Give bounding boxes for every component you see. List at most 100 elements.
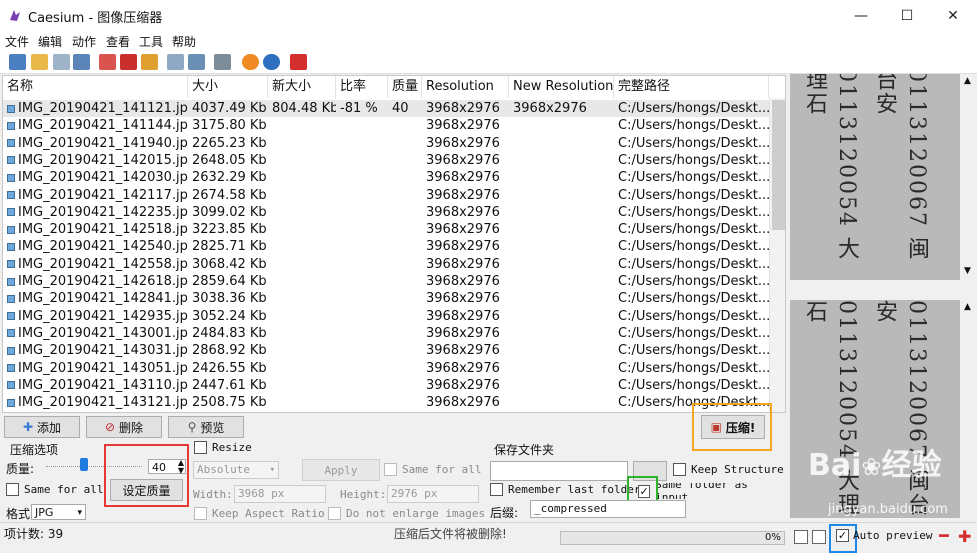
output-folder-field[interactable] bbox=[490, 461, 628, 481]
width-field[interactable]: 3968 px bbox=[234, 485, 326, 503]
keep-structure[interactable]: Keep Structure bbox=[673, 463, 784, 476]
scrollbar-thumb[interactable] bbox=[772, 100, 785, 230]
actual-size-icon[interactable] bbox=[812, 530, 826, 544]
keep-aspect-ratio-checkbox[interactable] bbox=[194, 507, 207, 520]
clean-icon[interactable] bbox=[141, 54, 158, 70]
cell-path: C:/Users/hongs/Deskt... bbox=[618, 377, 769, 393]
column-header-full-path[interactable]: 完整路径 bbox=[614, 76, 769, 98]
table-row[interactable]: IMG_20190421_142030.jpg 2632.29 Kb 3968x29… bbox=[3, 169, 769, 186]
minimize-button[interactable]: — bbox=[838, 0, 884, 31]
same-for-all-quality[interactable]: Same for all bbox=[6, 483, 103, 496]
compress-label: 压缩! bbox=[725, 420, 756, 435]
close-button[interactable]: ✕ bbox=[930, 0, 976, 31]
options-gear-icon[interactable] bbox=[242, 54, 259, 70]
add-button[interactable]: ✚ 添加 bbox=[4, 416, 80, 438]
height-field[interactable]: 2976 px bbox=[387, 485, 479, 503]
column-header-size[interactable]: 大小 bbox=[188, 76, 268, 98]
settings-tools-icon[interactable] bbox=[214, 54, 231, 70]
menu-view[interactable]: 查看 bbox=[106, 33, 130, 50]
zoom-in-icon[interactable]: ✚ bbox=[958, 527, 971, 546]
chevron-up-icon[interactable]: ▲ bbox=[964, 302, 971, 312]
search-icon[interactable] bbox=[167, 54, 184, 70]
table-row[interactable]: IMG_20190421_143001.jpg 2484.83 Kb 3968x29… bbox=[3, 325, 769, 342]
compress-button[interactable]: ▣ 压缩! bbox=[701, 415, 765, 439]
same-for-all-quality-checkbox[interactable] bbox=[6, 483, 19, 496]
original-preview-scrollbar[interactable]: ▲ ▼ bbox=[961, 74, 976, 280]
add-file-icon[interactable] bbox=[9, 54, 26, 70]
table-row[interactable]: IMG_20190421_142117.jpg 2674.58 Kb 3968x29… bbox=[3, 187, 769, 204]
auto-preview[interactable]: ✓ Auto preview bbox=[836, 529, 932, 542]
table-row[interactable]: IMG_20190421_141144.jpg 3175.80 Kb 3968x29… bbox=[3, 117, 769, 134]
auto-preview-checkbox[interactable]: ✓ bbox=[836, 529, 849, 542]
column-header-new-resolution[interactable]: New Resolution bbox=[509, 76, 614, 98]
menu-edit[interactable]: 编辑 bbox=[38, 33, 62, 50]
clear-list-icon[interactable] bbox=[120, 54, 137, 70]
apply-resize-button[interactable]: Apply bbox=[302, 459, 380, 481]
table-scrollbar[interactable] bbox=[769, 98, 785, 412]
preview-button[interactable]: ⚲ 预览 bbox=[168, 416, 244, 438]
do-not-enlarge-checkbox[interactable] bbox=[328, 507, 341, 520]
column-header-name[interactable]: 名称 bbox=[3, 76, 188, 98]
table-row[interactable]: IMG_20190421_142558.jpg 3068.42 Kb 3968x29… bbox=[3, 256, 769, 273]
magnifier-icon: ⚲ bbox=[187, 420, 197, 434]
open-folder-icon[interactable] bbox=[31, 54, 48, 70]
same-for-all-resize-checkbox[interactable] bbox=[384, 463, 397, 476]
do-not-enlarge[interactable]: Do not enlarge images bbox=[328, 507, 485, 520]
progress-bar: 0% bbox=[560, 531, 785, 545]
table-row[interactable]: IMG_20190421_142235.jpg 3099.02 Kb 3968x29… bbox=[3, 204, 769, 221]
cell-resolution: 3968x2976 bbox=[426, 170, 500, 186]
save-icon[interactable] bbox=[53, 54, 70, 70]
remember-last-folder-checkbox[interactable] bbox=[490, 483, 503, 496]
preview-top-line-2: 0113120054 大理石 bbox=[802, 74, 859, 261]
remember-last-folder[interactable]: Remember last folder bbox=[490, 483, 640, 496]
keep-structure-checkbox[interactable] bbox=[673, 463, 686, 476]
menu-action[interactable]: 动作 bbox=[72, 33, 96, 50]
menu-file[interactable]: 文件 bbox=[5, 33, 29, 50]
quality-slider-handle[interactable] bbox=[80, 458, 89, 471]
maximize-button[interactable]: ☐ bbox=[884, 0, 930, 31]
format-select[interactable]: JPG ▾ bbox=[31, 504, 86, 520]
table-row[interactable]: IMG_20190421_142841.jpg 3038.36 Kb 3968x29… bbox=[3, 290, 769, 307]
keep-aspect-ratio[interactable]: Keep Aspect Ratio bbox=[194, 507, 325, 520]
compressed-preview-scrollbar[interactable]: ▲ bbox=[961, 300, 976, 518]
same-folder-as-input[interactable]: ✓ Same folder as input bbox=[638, 483, 777, 499]
table-row[interactable]: IMG_20190421_143051.jpg 2426.55 Kb 3968x29… bbox=[3, 360, 769, 377]
zoom-out-icon[interactable]: ━ bbox=[939, 528, 949, 544]
file-name: IMG_20190421_143031.jpg bbox=[18, 343, 188, 359]
table-row[interactable]: IMG_20190421_141940.jpg 2265.23 Kb 3968x29… bbox=[3, 135, 769, 152]
table-row[interactable]: IMG_20190421_142015.jpg 2648.05 Kb 3968x29… bbox=[3, 152, 769, 169]
same-for-all-resize[interactable]: Same for all bbox=[384, 463, 481, 476]
cell-name: IMG_20190421_143121.jpg bbox=[3, 394, 188, 411]
menu-tools[interactable]: 工具 bbox=[139, 33, 163, 50]
fit-view-icon[interactable] bbox=[794, 530, 808, 544]
table-row[interactable]: IMG_20190421_142540.jpg 2825.71 Kb 3968x29… bbox=[3, 238, 769, 255]
suffix-field[interactable]: _compressed bbox=[530, 500, 686, 518]
resize-toggle[interactable]: Resize bbox=[194, 441, 252, 454]
table-row[interactable]: IMG_20190421_143110.jpg 2447.61 Kb 3968x29… bbox=[3, 377, 769, 394]
column-header-quality[interactable]: 质量 bbox=[388, 76, 422, 98]
chevron-up-icon[interactable]: ▲ bbox=[964, 76, 971, 86]
exit-power-icon[interactable] bbox=[290, 54, 307, 70]
resize-checkbox[interactable] bbox=[194, 441, 207, 454]
table-row[interactable]: IMG_20190421_143121.jpg 2508.75 Kb 3968x29… bbox=[3, 394, 769, 411]
preview-image-icon[interactable] bbox=[188, 54, 205, 70]
table-row[interactable]: IMG_20190421_142935.jpg 3052.24 Kb 3968x29… bbox=[3, 308, 769, 325]
column-header-resolution[interactable]: Resolution bbox=[422, 76, 509, 98]
info-icon[interactable] bbox=[263, 54, 280, 70]
column-header-new-size[interactable]: 新大小 bbox=[268, 76, 336, 98]
resize-mode-select[interactable]: Absolute ▾ bbox=[193, 461, 279, 479]
remove-button[interactable]: ⊘ 删除 bbox=[86, 416, 162, 438]
table-row[interactable]: IMG_20190421_142618.jpg 2859.64 Kb 3968x29… bbox=[3, 273, 769, 290]
table-row[interactable]: IMG_20190421_143031.jpg 2868.92 Kb 3968x29… bbox=[3, 342, 769, 359]
original-preview-hscroll[interactable] bbox=[790, 282, 960, 298]
table-row[interactable]: IMG_20190421_142518.jpg 3223.85 Kb 3968x29… bbox=[3, 221, 769, 238]
chevron-down-icon[interactable]: ▼ bbox=[964, 266, 971, 276]
save-list-icon[interactable] bbox=[73, 54, 90, 70]
column-header-ratio[interactable]: 比率 bbox=[336, 76, 388, 98]
window-title: Caesium - 图像压缩器 bbox=[28, 11, 163, 26]
remove-icon[interactable] bbox=[99, 54, 116, 70]
menu-help[interactable]: 帮助 bbox=[172, 33, 196, 50]
image-file-icon bbox=[7, 208, 15, 217]
table-row[interactable]: IMG_20190421_141121.jpg 4037.49 Kb 804.48 … bbox=[3, 100, 769, 118]
set-quality-button[interactable]: 设定质量 bbox=[110, 479, 183, 501]
